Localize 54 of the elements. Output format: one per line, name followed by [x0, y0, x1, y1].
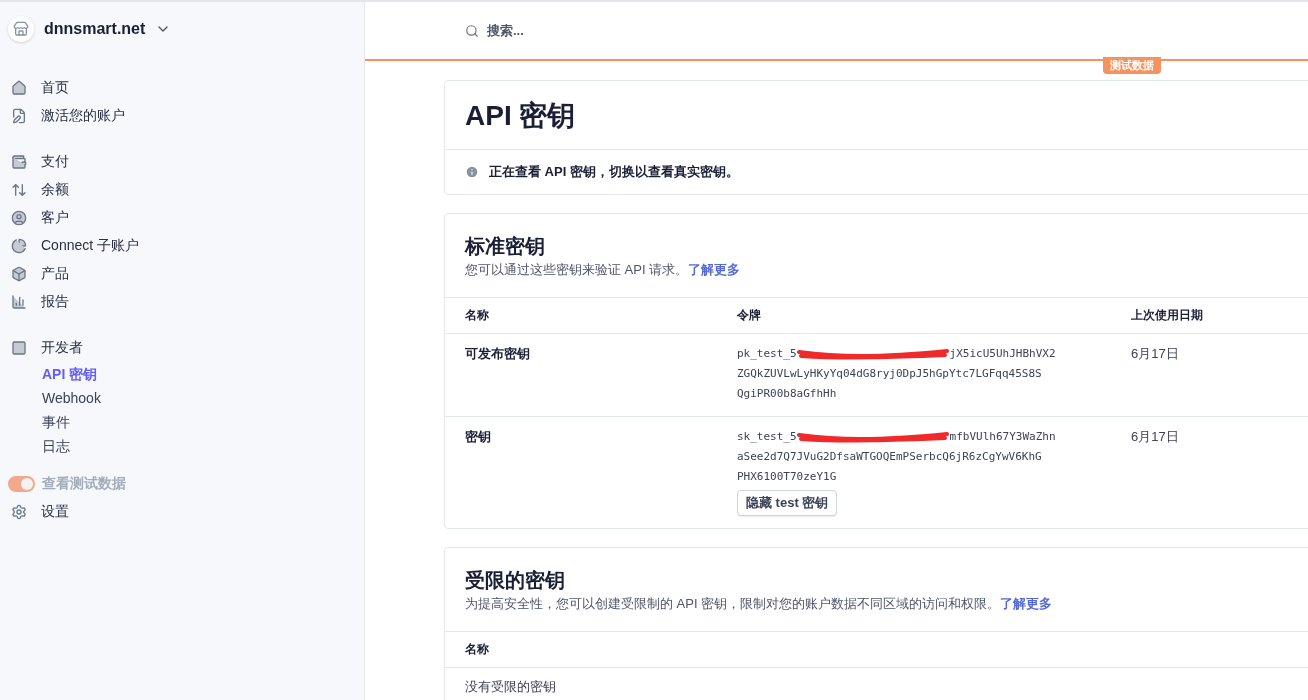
empty-message: 没有受限的密钥 — [465, 678, 557, 696]
nav-item[interactable]: Connect 子账户 — [41, 237, 140, 255]
column-header: 上次使用日期 — [1131, 307, 1204, 324]
token-text: QgiPR00b8aGfhHh — [737, 386, 837, 402]
key-name: 可发布密钥 — [465, 345, 531, 363]
last-used-date: 6月17日 — [1131, 428, 1180, 446]
column-header: 令牌 — [737, 307, 762, 324]
token-text: pk_test_5 jX5icU5UhJHBhVX2 — [737, 346, 1056, 363]
nav-item[interactable]: 设置 — [41, 503, 69, 521]
nav-subitem[interactable]: 事件 — [8, 410, 364, 434]
box-icon — [11, 266, 27, 282]
nav-item[interactable]: 报告 — [41, 293, 69, 311]
hide-key-button[interactable]: 隐藏 test 密钥 — [737, 490, 838, 516]
column-header: 名称 — [465, 641, 490, 658]
column-header: 名称 — [465, 307, 490, 324]
home-icon — [11, 80, 27, 96]
wallet-icon — [11, 154, 27, 170]
account-name[interactable]: dnnsmart.net — [44, 20, 146, 38]
info-icon — [465, 165, 479, 179]
nav-subitem[interactable]: 日志 — [8, 434, 364, 458]
nav-subitem[interactable]: Webhook — [8, 386, 364, 410]
bar-chart-icon — [11, 294, 27, 310]
nav-item[interactable]: 首页 — [41, 79, 69, 97]
key-name: 密钥 — [465, 428, 492, 446]
nav-subitem[interactable]: API 密钥 — [8, 362, 364, 386]
nav-item[interactable]: 激活您的账户 — [41, 107, 125, 125]
nav-item[interactable]: 开发者 — [41, 339, 83, 357]
token-text: sk_test_5 mfbVUlh67Y3WaZhn — [737, 429, 1056, 446]
token-text: PHX6100T70zeY1G — [737, 469, 837, 485]
last-used-date: 6月17日 — [1131, 345, 1180, 363]
section-description: 为提高安全性，您可以创建受限制的 API 密钥，限制对您的账户数据不同区域的访问和权限。了解更多 — [465, 595, 1054, 613]
person-icon — [11, 210, 27, 226]
test-data-badge: 测试数据 — [1103, 57, 1161, 74]
token-text: ZGQkZUVLwLyHKyYq04dG8ryj0DpJ5hGpYtc7LGFqq45S8S — [737, 366, 1042, 382]
section-title: 标准密钥 — [465, 234, 546, 259]
learn-more-link[interactable]: 了解更多 — [688, 262, 741, 277]
page-title: API 密钥 — [445, 81, 1308, 150]
nav-item[interactable]: 产品 — [41, 265, 69, 283]
learn-more-link[interactable]: 了解更多 — [1000, 596, 1053, 611]
search-icon — [465, 23, 479, 38]
nav-item[interactable]: 支付 — [41, 153, 69, 171]
nav-item[interactable]: 客户 — [41, 209, 69, 227]
up-down-arrows-icon — [11, 182, 27, 198]
nav-item[interactable]: 余额 — [41, 181, 69, 199]
settings-icon — [11, 504, 27, 520]
section-description: 您可以通过这些密钥来验证 API 请求。了解更多 — [465, 261, 742, 279]
store-icon — [8, 16, 34, 42]
notice-text: 正在查看 API 密钥，切换以查看真实密钥。 — [489, 163, 739, 181]
test-data-toggle[interactable] — [8, 476, 35, 492]
token-text: aSee2d7Q7JVuG2DfsaWTGOQEmPSerbcQ6jR6zCgYwV6KhG — [737, 449, 1042, 465]
pie-chart-icon — [11, 238, 27, 254]
toggle-label: 查看测试数据 — [42, 475, 126, 493]
search-field[interactable]: 搜索... — [485, 22, 689, 39]
section-title: 受限的密钥 — [465, 568, 566, 593]
